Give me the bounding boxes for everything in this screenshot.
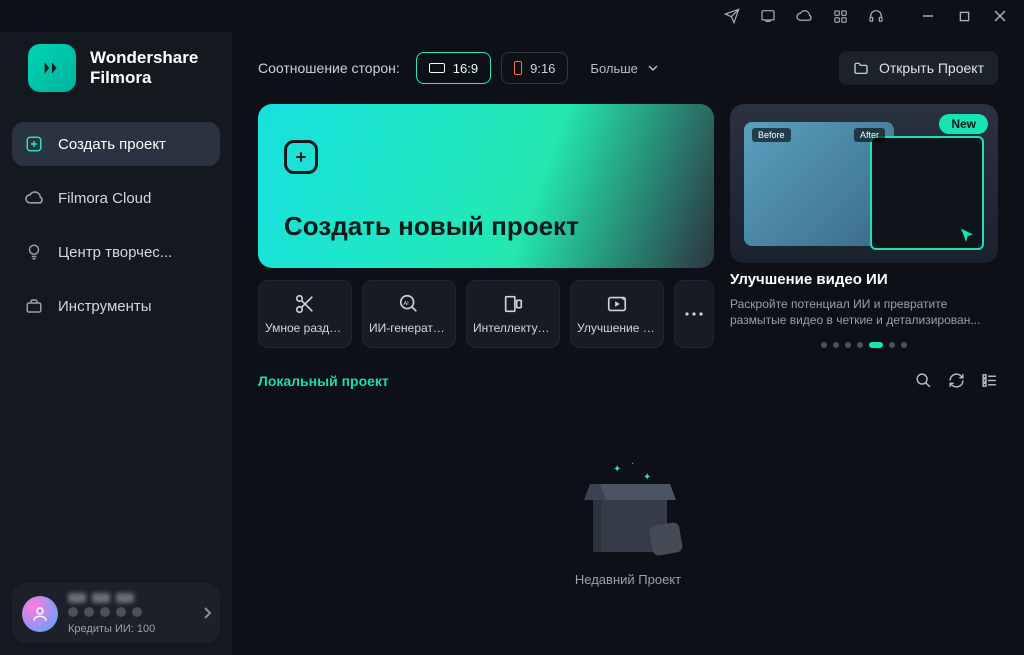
cloud-icon[interactable] <box>788 2 820 30</box>
window-minimize-icon[interactable] <box>912 2 944 30</box>
section-header: Локальный проект <box>258 372 998 389</box>
carousel-dots[interactable] <box>730 342 998 348</box>
aspect-9-16-button[interactable]: 9:16 <box>501 52 568 84</box>
open-project-label: Открыть Проект <box>879 60 984 76</box>
create-project-label: Создать новый проект <box>284 211 688 242</box>
refresh-icon[interactable] <box>948 372 965 389</box>
account-text: Кредиты ИИ: 100 <box>68 593 155 635</box>
ai-icon: AI <box>398 293 420 315</box>
toolbox-icon <box>24 296 44 316</box>
tab-local-project[interactable]: Локальный проект <box>258 373 389 389</box>
crop-icon <box>502 293 524 315</box>
promo-after-label: After <box>854 128 885 142</box>
sidebar-item-tools[interactable]: Инструменты <box>12 284 220 328</box>
list-view-icon[interactable] <box>981 372 998 389</box>
enhance-icon <box>606 293 628 315</box>
empty-label: Недавний Проект <box>575 572 681 587</box>
chevron-right-icon <box>202 607 212 619</box>
aspect-16-9-button[interactable]: 16:9 <box>416 52 491 84</box>
sidebar-item-filmora-cloud[interactable]: Filmora Cloud <box>12 176 220 220</box>
svg-text:AI: AI <box>404 301 410 307</box>
window-maximize-icon[interactable] <box>948 2 980 30</box>
lightbulb-icon <box>24 242 44 262</box>
new-badge: New <box>939 114 988 134</box>
logo: Wondershare Filmora <box>0 40 232 112</box>
avatar <box>22 596 58 632</box>
tool-label: Умное раздел... <box>265 321 345 335</box>
tool-more-button[interactable] <box>674 280 714 348</box>
sidebar-item-label: Создать проект <box>58 136 166 153</box>
promo-title: Улучшение видео ИИ <box>730 271 998 288</box>
tool-label: Улучшение ви... <box>577 321 657 335</box>
promo-description: Раскройте потенциал ИИ и превратите разм… <box>730 296 998 328</box>
empty-box-icon: ✦✦· <box>573 458 683 558</box>
account-panel[interactable]: Кредиты ИИ: 100 <box>12 583 220 643</box>
plus-square-icon <box>24 134 44 154</box>
ratio-label: 9:16 <box>530 61 555 76</box>
apps-icon[interactable] <box>824 2 856 30</box>
portrait-rect-icon <box>514 61 522 75</box>
promo-image: Before After New <box>730 104 998 263</box>
search-icon[interactable] <box>915 372 932 389</box>
chevron-down-icon <box>648 63 658 73</box>
tool-ai-generator[interactable]: AI ИИ-генератор... <box>362 280 456 348</box>
scissors-icon <box>294 293 316 315</box>
promo-before-label: Before <box>752 128 791 142</box>
sidebar-item-create-project[interactable]: Создать проект <box>12 122 220 166</box>
aspect-label: Соотношение сторон: <box>258 60 400 76</box>
promo-card[interactable]: Before After New Улучшение видео ИИ Раск… <box>730 104 998 348</box>
tool-enhance-video[interactable]: Улучшение ви... <box>570 280 664 348</box>
toolbar: Соотношение сторон: 16:9 9:16 Больше Отк… <box>258 32 998 104</box>
ratio-label: 16:9 <box>453 61 478 76</box>
folder-icon <box>853 61 869 75</box>
brand-line2: Filmora <box>90 68 198 88</box>
plus-icon <box>284 140 318 174</box>
create-project-card[interactable]: Создать новый проект <box>258 104 714 268</box>
cloud-icon <box>24 188 44 208</box>
landscape-rect-icon <box>429 63 445 73</box>
tool-label: Интеллектуал... <box>473 321 553 335</box>
ellipsis-icon <box>685 311 703 317</box>
brand-line1: Wondershare <box>90 48 198 68</box>
logo-mark-icon <box>28 44 76 92</box>
sidebar-item-label: Filmora Cloud <box>58 190 151 207</box>
tool-smart-split[interactable]: Умное раздел... <box>258 280 352 348</box>
tool-label: ИИ-генератор... <box>369 321 449 335</box>
sidebar-item-label: Инструменты <box>58 298 152 315</box>
tool-intellectual[interactable]: Интеллектуал... <box>466 280 560 348</box>
message-icon[interactable] <box>752 2 784 30</box>
more-label: Больше <box>590 61 638 76</box>
empty-state: ✦✦· Недавний Проект <box>258 389 998 655</box>
sidebar-item-creative-center[interactable]: Центр творчес... <box>12 230 220 274</box>
titlebar <box>0 0 1024 32</box>
open-project-button[interactable]: Открыть Проект <box>839 51 998 85</box>
sidebar: Wondershare Filmora Создать проект Filmo… <box>0 32 232 655</box>
credits-label: Кредиты ИИ: 100 <box>68 623 155 635</box>
telegram-icon[interactable] <box>716 2 748 30</box>
aspect-more-dropdown[interactable]: Больше <box>578 52 670 84</box>
cursor-icon <box>958 227 976 245</box>
headset-icon[interactable] <box>860 2 892 30</box>
content: Соотношение сторон: 16:9 9:16 Больше Отк… <box>232 32 1024 655</box>
sidebar-item-label: Центр творчес... <box>58 244 172 261</box>
window-close-icon[interactable] <box>984 2 1016 30</box>
